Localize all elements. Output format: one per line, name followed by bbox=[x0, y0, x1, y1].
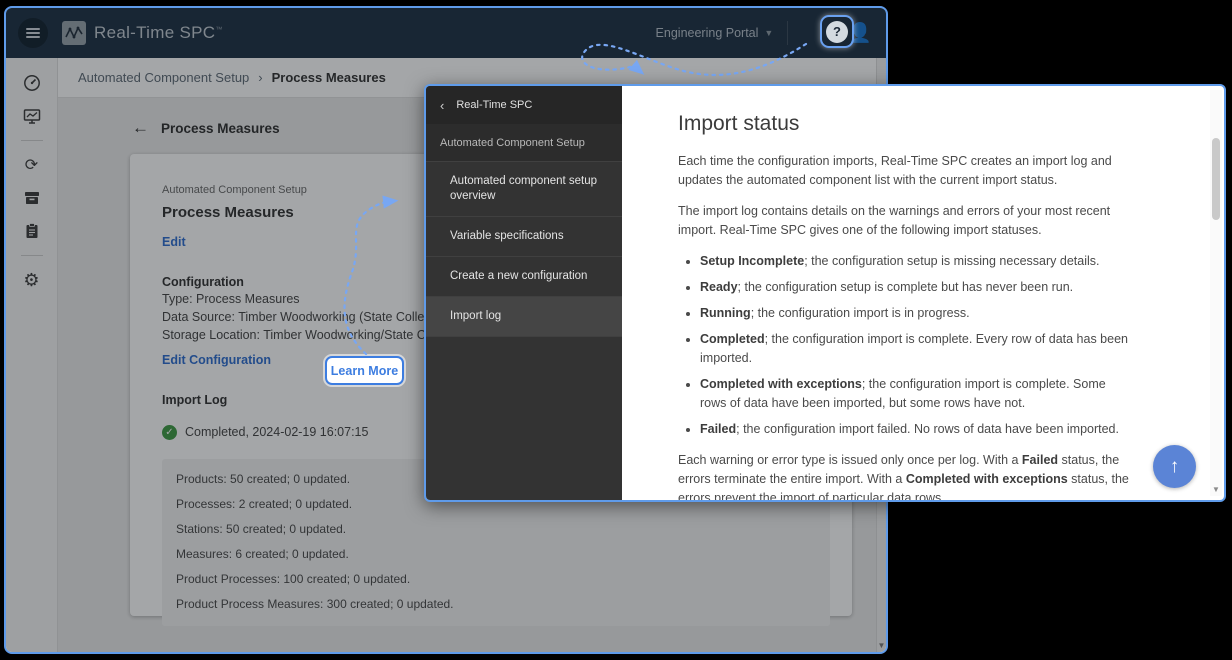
status-item-running: Running; the configuration import is in … bbox=[700, 304, 1134, 323]
help-panel-sidebar: ‹ Real-Time SPC Automated Component Setu… bbox=[426, 86, 622, 500]
arrow-up-icon: ↑ bbox=[1170, 456, 1180, 478]
learn-more-button[interactable]: Learn More bbox=[325, 356, 404, 385]
help-question-icon: ? bbox=[826, 21, 848, 43]
help-nav-item-create-configuration[interactable]: Create a new configuration bbox=[426, 257, 622, 297]
status-item-ready: Ready; the configuration setup is comple… bbox=[700, 278, 1134, 297]
status-list: Setup Incomplete; the configuration setu… bbox=[700, 252, 1134, 439]
scroll-to-top-button[interactable]: ↑ bbox=[1153, 445, 1196, 488]
chevron-left-icon: ‹ bbox=[440, 98, 444, 113]
help-sidebar-app-name: Real-Time SPC bbox=[456, 99, 532, 111]
status-item-completed-with-exceptions: Completed with exceptions; the configura… bbox=[700, 375, 1134, 413]
help-scrollbar-thumb[interactable] bbox=[1212, 138, 1220, 220]
help-paragraph-3: Each warning or error type is issued onl… bbox=[678, 451, 1134, 500]
help-nav-item-overview[interactable]: Automated component setup overview bbox=[426, 162, 622, 217]
status-item-completed: Completed; the configuration import is c… bbox=[700, 330, 1134, 368]
help-nav-item-import-log[interactable]: Import log bbox=[426, 297, 622, 337]
help-paragraph-2: The import log contains details on the w… bbox=[678, 202, 1134, 240]
help-article-title: Import status bbox=[678, 112, 1134, 136]
help-button[interactable]: ? bbox=[820, 15, 854, 48]
help-panel-scrollbar[interactable]: ▼ bbox=[1210, 90, 1222, 496]
help-panel-content: Import status Each time the configuratio… bbox=[622, 86, 1224, 500]
scroll-down-arrow-icon[interactable]: ▼ bbox=[1210, 485, 1222, 494]
help-panel: ‹ Real-Time SPC Automated Component Setu… bbox=[424, 84, 1226, 502]
help-nav-item-variable-specifications[interactable]: Variable specifications bbox=[426, 217, 622, 257]
help-sidebar-section: Automated Component Setup bbox=[426, 124, 622, 162]
help-paragraph-1: Each time the configuration imports, Rea… bbox=[678, 152, 1134, 190]
status-item-failed: Failed; the configuration import failed.… bbox=[700, 420, 1134, 439]
stage: Real-Time SPC™ Engineering Portal ▼ 👤 ⟳ bbox=[0, 0, 1232, 660]
help-sidebar-back[interactable]: ‹ Real-Time SPC bbox=[426, 86, 622, 124]
status-item-setup-incomplete: Setup Incomplete; the configuration setu… bbox=[700, 252, 1134, 271]
